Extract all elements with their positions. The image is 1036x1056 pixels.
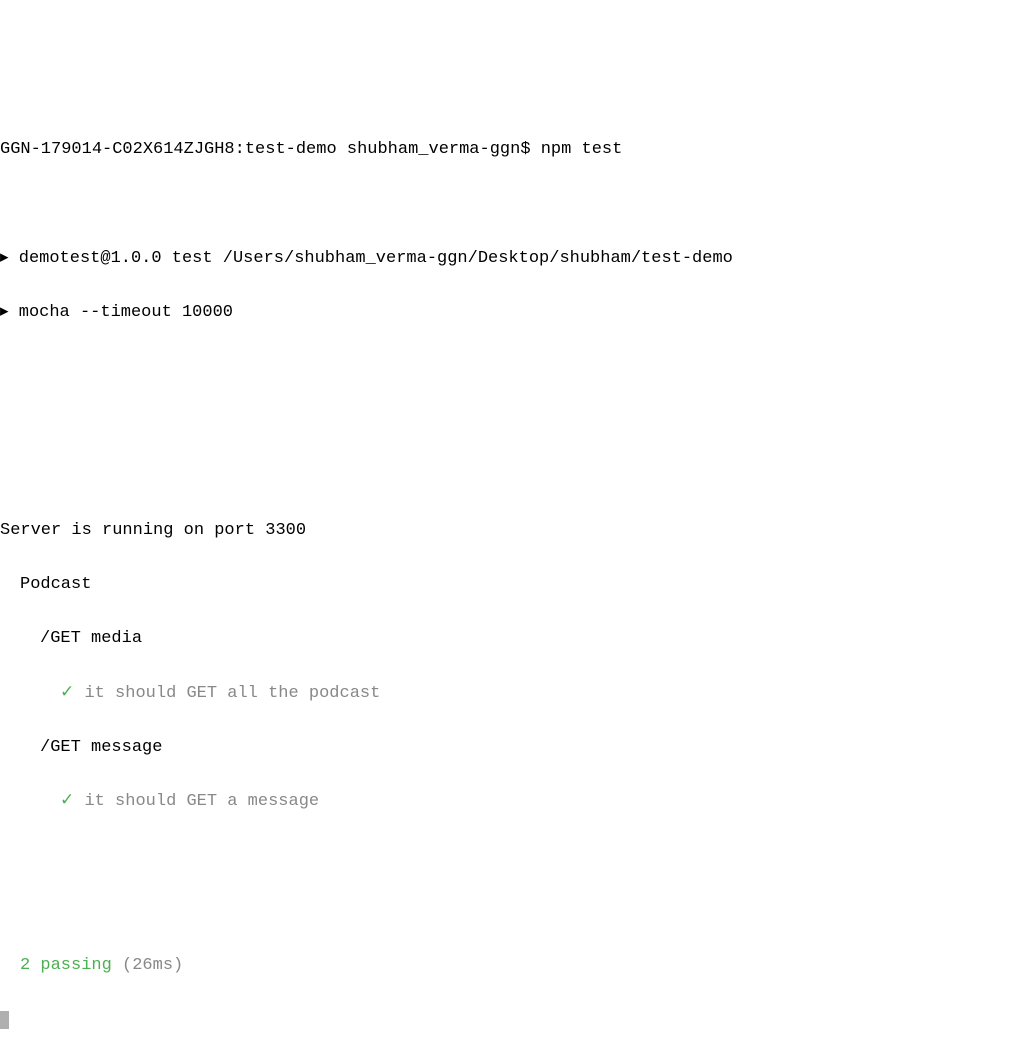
- server-line: Server is running on port 3300: [0, 517, 1036, 544]
- test-description: it should GET a message: [84, 792, 319, 811]
- passing-count: 2 passing: [20, 956, 112, 975]
- blank-line: [0, 897, 1036, 924]
- cursor-line[interactable]: [0, 1006, 1036, 1033]
- summary-line: 2 passing (26ms): [0, 952, 1036, 979]
- blank-line: [0, 408, 1036, 435]
- blank-line: [0, 843, 1036, 870]
- npm-script-line: ▸ demotest@1.0.0 test /Users/shubham_ver…: [0, 245, 1036, 272]
- test-result: ✓ it should GET a message: [0, 788, 1036, 815]
- bullet-icon: ▸: [0, 249, 9, 268]
- cwd: test-demo: [245, 140, 337, 159]
- test-group: /GET message: [0, 734, 1036, 761]
- prompt-symbol: $: [520, 140, 530, 159]
- server-message: Server is running on port 3300: [0, 521, 306, 540]
- npm-runner-text: mocha --timeout 10000: [19, 303, 233, 322]
- suite-name: Podcast: [0, 571, 1036, 598]
- prompt-line[interactable]: GGN-179014-C02X614ZJGH8:test-demo shubha…: [0, 136, 1036, 163]
- npm-runner-line: ▸ mocha --timeout 10000: [0, 299, 1036, 326]
- terminal-output: GGN-179014-C02X614ZJGH8:test-demo shubha…: [0, 109, 1036, 1056]
- command: npm test: [541, 140, 623, 159]
- test-group: /GET media: [0, 625, 1036, 652]
- test-result: ✓ it should GET all the podcast: [0, 680, 1036, 707]
- passing-time: (26ms): [122, 956, 183, 975]
- blank-line: [0, 190, 1036, 217]
- bullet-icon: ▸: [0, 303, 9, 322]
- check-icon: ✓: [60, 792, 74, 811]
- user: shubham_verma-ggn: [347, 140, 520, 159]
- cursor-icon: [0, 1011, 9, 1029]
- blank-line: [0, 462, 1036, 489]
- blank-line: [0, 353, 1036, 380]
- host: GGN-179014-C02X614ZJGH8: [0, 140, 235, 159]
- npm-script-text: demotest@1.0.0 test /Users/shubham_verma…: [19, 249, 733, 268]
- check-icon: ✓: [60, 684, 74, 703]
- test-description: it should GET all the podcast: [84, 684, 380, 703]
